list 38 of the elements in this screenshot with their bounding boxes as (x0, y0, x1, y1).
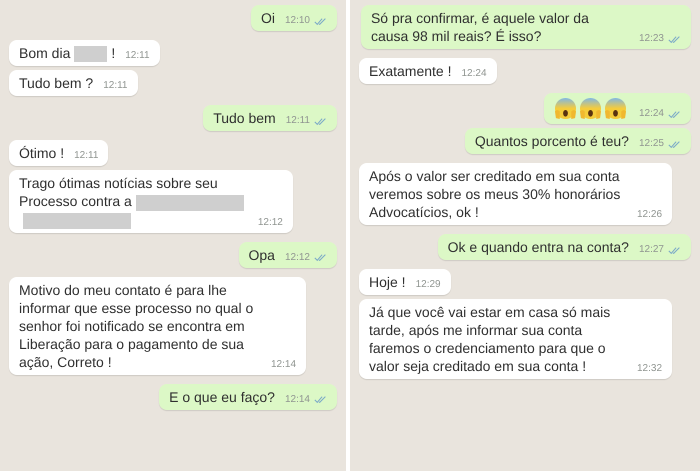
message-time: 12:24 (638, 108, 664, 120)
message-text: Opa (248, 246, 275, 263)
message-time: 12:24 (462, 68, 487, 80)
message-time: 12:27 (638, 244, 664, 256)
message-time: 12:23 (638, 33, 664, 45)
message-time: 12:12 (284, 252, 310, 264)
message-time: 12:11 (74, 150, 98, 162)
message-time: 12:25 (638, 138, 664, 150)
message-text: Oi (260, 10, 275, 26)
message-text: Trago ótimas notícias sobre seu (19, 175, 218, 192)
message-time: 12:10 (284, 15, 310, 27)
message-text: Quantos porcento é teu? (474, 133, 629, 149)
message-text: Ótimo ! (19, 145, 64, 162)
message-time: 12:11 (103, 80, 128, 92)
message-text: Motivo do meu contato é para lhe informar que esse processo no qual o senhor foi notificado se encontra em Liberação para o pagamento de sua ação, Correto ! (19, 282, 254, 370)
screaming-face-icon (554, 97, 577, 120)
message-text: Só pra confirmar, é aquele valor da causa 98 mil reais? É isso? (370, 10, 589, 44)
message-time: 12:14 (271, 358, 296, 371)
message-time: 12:11 (286, 115, 310, 128)
message-text: E o que eu faço? (169, 388, 275, 405)
screaming-face-icon (578, 97, 602, 120)
message-time: 12:12 (258, 216, 283, 229)
message-text: Hoje ! (369, 274, 406, 290)
message-time: 12:14 (284, 394, 310, 406)
message-text: Tudo bem (213, 110, 276, 126)
message-text: Após o valor ser creditado em sua conta veremos sobre os meus 30% honorários Advocatícios, ok ! (369, 168, 620, 220)
message-text: Bom dia (19, 45, 70, 61)
message-time: 12:11 (125, 50, 150, 62)
message-text: ! (111, 45, 116, 61)
screaming-face-icon (604, 97, 627, 120)
message-time: 12:26 (637, 209, 662, 221)
message-text: Já que você vai estar em casa só mais tarde, após me informar sua conta faremos o credenciamento para que o valor seja creditado em sua conta ! (369, 304, 610, 374)
message-time: 12:29 (416, 279, 441, 291)
message-text: Ok e quando entra na conta? (448, 239, 629, 255)
message-text: Processo contra a (19, 193, 132, 210)
message-text: Tudo bem ? (19, 75, 94, 92)
message-time: 12:32 (637, 363, 662, 375)
message-text: Exatamente ! (369, 63, 452, 79)
